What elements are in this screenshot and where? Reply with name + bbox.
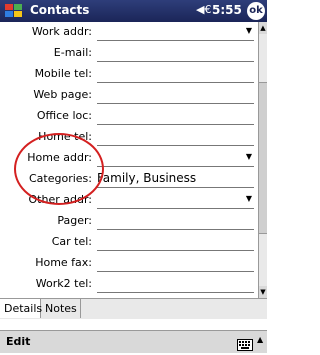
field-row-mobile-tel[interactable]: Mobile tel: (0, 64, 258, 84)
field-row-work-addr[interactable]: Work addr: ▼ (0, 22, 258, 42)
field-label: Pager: (57, 214, 92, 227)
field-row-home-addr[interactable]: Home addr: ▼ (0, 148, 258, 168)
field-label: Work2 tel: (35, 277, 92, 290)
field-row-office-loc[interactable]: Office loc: (0, 106, 258, 126)
field-underline (97, 166, 254, 167)
field-underline (97, 40, 254, 41)
categories-value[interactable]: Family, Business (97, 171, 196, 185)
speaker-icon[interactable]: ◀€ (196, 3, 211, 16)
field-label: Other addr: (28, 193, 92, 206)
field-label: Car tel: (51, 235, 92, 248)
field-underline (97, 124, 254, 125)
tab-notes[interactable]: Notes (41, 299, 81, 318)
field-label: Web page: (33, 88, 92, 101)
field-row-email[interactable]: E-mail: (0, 43, 258, 63)
field-label: Mobile tel: (34, 67, 92, 80)
vertical-scrollbar[interactable]: ▲ ▼ (258, 22, 267, 298)
field-underline (97, 145, 254, 146)
field-underline (97, 250, 254, 251)
tab-strip: Details Notes (0, 298, 267, 319)
field-row-pager[interactable]: Pager: (0, 211, 258, 231)
field-row-work2-tel[interactable]: Work2 tel: (0, 274, 258, 294)
dropdown-arrow-icon[interactable]: ▼ (246, 194, 252, 203)
clock-time[interactable]: 5:55 (212, 3, 242, 17)
field-row-web-page[interactable]: Web page: (0, 85, 258, 105)
field-label: Work addr: (31, 25, 92, 38)
field-label: Home fax: (35, 256, 92, 269)
scroll-down-icon[interactable]: ▼ (259, 286, 267, 298)
ok-button[interactable]: ok (247, 2, 265, 20)
field-row-other-addr[interactable]: Other addr: ▼ (0, 190, 258, 210)
scrollbar-thumb[interactable] (259, 82, 267, 234)
scroll-up-icon[interactable]: ▲ (259, 22, 267, 34)
field-underline (97, 271, 254, 272)
field-underline (97, 103, 254, 104)
field-label: Office loc: (36, 109, 92, 122)
field-underline (97, 229, 254, 230)
field-underline (97, 187, 254, 188)
field-row-home-tel[interactable]: Home tel: (0, 127, 258, 147)
windows-start-icon[interactable] (3, 2, 25, 20)
field-label: Categories: (29, 172, 92, 185)
dropdown-arrow-icon[interactable]: ▼ (246, 26, 252, 35)
app-title: Contacts (30, 3, 90, 17)
field-label: E-mail: (53, 46, 92, 59)
command-bar: Edit ▲ (0, 330, 267, 353)
field-underline (97, 208, 254, 209)
field-row-categories[interactable]: Categories: Family, Business (0, 169, 258, 189)
keyboard-icon[interactable] (237, 336, 253, 351)
field-label: Home addr: (27, 151, 92, 164)
contact-details-form: Work addr: ▼ E-mail: Mobile tel: Web pag… (0, 22, 258, 298)
field-label: Home tel: (38, 130, 92, 143)
input-selector-arrow-icon[interactable]: ▲ (257, 335, 263, 344)
edit-menu[interactable]: Edit (6, 335, 30, 348)
field-row-car-tel[interactable]: Car tel: (0, 232, 258, 252)
field-underline (97, 61, 254, 62)
title-bar: Contacts ◀€ 5:55 ok (0, 0, 267, 22)
field-underline (97, 82, 254, 83)
field-row-home-fax[interactable]: Home fax: (0, 253, 258, 273)
dropdown-arrow-icon[interactable]: ▼ (246, 152, 252, 161)
field-underline (97, 292, 254, 293)
tab-details[interactable]: Details (0, 299, 42, 318)
